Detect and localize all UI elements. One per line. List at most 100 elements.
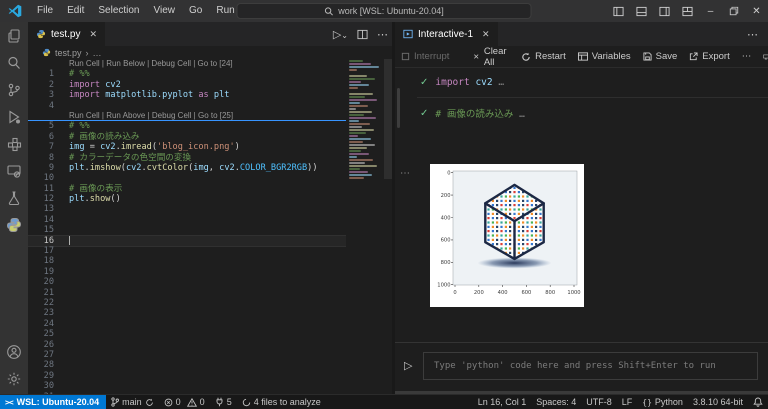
code-line[interactable]: 27 <box>28 350 346 360</box>
git-branch-indicator[interactable]: main <box>106 395 159 409</box>
code-line[interactable]: 2 import cv2 <box>28 80 346 90</box>
cell-code[interactable]: # 画像の読み込み … <box>435 106 524 120</box>
extensions-icon[interactable] <box>0 130 28 157</box>
minimize-button[interactable]: – <box>699 0 722 22</box>
code-line[interactable]: 11 # 画像の表示 <box>28 184 346 194</box>
code-line[interactable]: 30 <box>28 381 346 391</box>
cells-scrollbar-thumb[interactable] <box>397 88 400 128</box>
tab-interactive-1[interactable]: Interactive-1 ✕ <box>395 22 499 46</box>
code-line[interactable]: 16 <box>28 234 347 248</box>
code-line[interactable]: 19 <box>28 267 346 277</box>
code-line[interactable]: 1 # %% <box>28 69 346 79</box>
remote-indicator[interactable]: >< WSL: Ubuntu-20.04 <box>0 394 107 409</box>
code-line[interactable]: 14 <box>28 215 346 225</box>
status-bar: >< WSL: Ubuntu-20.04 main 0 0 5 4 files … <box>0 394 768 409</box>
search-icon[interactable] <box>0 49 28 76</box>
codelens-actions[interactable]: Run Cell | Run Below | Debug Cell | Go t… <box>28 59 346 69</box>
code-line[interactable]: 22 <box>28 298 346 308</box>
toggle-secondary-sidebar-icon[interactable] <box>653 0 676 22</box>
python-interpreter[interactable]: 3.8.10 64-bit <box>688 395 748 409</box>
menu-file[interactable]: File <box>30 0 60 22</box>
editor-scrollbar-thumb[interactable] <box>384 59 392 179</box>
source-control-icon[interactable] <box>0 76 28 103</box>
code-line[interactable]: 26 <box>28 340 346 350</box>
code-line[interactable]: 17 <box>28 246 346 256</box>
customize-layout-icon[interactable] <box>676 0 699 22</box>
interrupt-button[interactable]: Interrupt <box>401 51 449 62</box>
code-line[interactable]: 10 <box>28 173 346 183</box>
language-mode[interactable]: {} Python <box>637 395 688 409</box>
kernel-picker[interactable]: Python 3.8.10 <box>763 46 768 68</box>
problems-indicator[interactable]: 0 0 <box>159 395 210 409</box>
menu-edit[interactable]: Edit <box>60 0 91 22</box>
indentation[interactable]: Spaces: 4 <box>531 395 581 409</box>
code-line[interactable]: 15 <box>28 225 346 235</box>
menu-view[interactable]: View <box>147 0 183 22</box>
code-line[interactable]: 12 plt.show() <box>28 194 346 204</box>
run-python-file-button[interactable]: ▷⌄ <box>333 28 348 41</box>
breadcrumb-file[interactable]: test.py <box>55 48 82 58</box>
code-editor[interactable]: Run Cell | Run Below | Debug Cell | Go t… <box>28 59 392 394</box>
minimap[interactable] <box>346 59 384 254</box>
output-collapse-icon[interactable]: ⋯ <box>400 168 411 179</box>
analysis-indicator[interactable]: 4 files to analyze <box>237 395 326 409</box>
codelens-actions[interactable]: Run Cell | Run Above | Debug Cell | Go t… <box>28 111 350 122</box>
notifications-bell[interactable] <box>748 395 768 409</box>
toggle-sidebar-icon[interactable] <box>607 0 630 22</box>
code-line[interactable]: 5 # %% <box>28 121 346 131</box>
command-center-search[interactable]: work [WSL: Ubuntu-20.04] <box>236 3 532 19</box>
code-line[interactable]: 23 <box>28 308 346 318</box>
split-editor-icon[interactable] <box>357 29 368 40</box>
code-line[interactable]: 4 <box>28 101 346 111</box>
editor-scrollbar[interactable] <box>384 59 392 394</box>
remote-explorer-icon[interactable] <box>0 157 28 184</box>
toolbar-more-icon[interactable]: ⋯ <box>742 51 752 62</box>
close-button[interactable]: ✕ <box>745 0 768 22</box>
variables-button[interactable]: Variables <box>577 51 631 62</box>
restart-button[interactable]: Restart <box>521 51 566 62</box>
save-button[interactable]: Save <box>643 51 677 62</box>
cell-1[interactable]: ✓ import cv2 … <box>395 75 768 89</box>
code-line[interactable]: 25 <box>28 329 346 339</box>
panel-more-actions-icon[interactable]: ⋯ <box>747 22 758 46</box>
encoding[interactable]: UTF-8 <box>581 395 617 409</box>
ports-indicator[interactable]: 5 <box>210 395 237 409</box>
clear-all-button[interactable]: Clear All <box>473 46 509 68</box>
breadcrumb-symbol[interactable]: … <box>93 48 102 58</box>
minimap-code-block <box>349 63 371 65</box>
eol-sequence[interactable]: LF <box>617 395 638 409</box>
breadcrumb[interactable]: test.py › … <box>28 46 392 59</box>
code-line[interactable]: 28 <box>28 360 346 370</box>
python-extension-icon[interactable] <box>0 211 28 238</box>
code-line[interactable]: 13 <box>28 204 346 214</box>
editor-more-actions-icon[interactable]: ⋯ <box>377 28 388 41</box>
code-line[interactable]: 3 import matplotlib.pyplot as plt <box>28 90 346 100</box>
code-line[interactable]: 6 # 画像の読み込み <box>28 132 346 142</box>
export-button[interactable]: Export <box>689 51 730 62</box>
code-line[interactable]: 9 plt.imshow(cv2.cvtColor(img, cv2.COLOR_… <box>28 163 346 173</box>
cell-code[interactable]: import cv2 … <box>435 77 504 88</box>
testing-icon[interactable] <box>0 184 28 211</box>
tab-close-icon[interactable]: ✕ <box>482 29 490 40</box>
toggle-panel-icon[interactable] <box>630 0 653 22</box>
menu-selection[interactable]: Selection <box>91 0 146 22</box>
code-line[interactable]: 24 <box>28 319 346 329</box>
cell-2[interactable]: ✓ # 画像の読み込み … <box>395 106 768 121</box>
code-line[interactable]: 20 <box>28 277 346 287</box>
explorer-icon[interactable] <box>0 22 28 49</box>
tab-test-py[interactable]: test.py ✕ <box>28 22 107 46</box>
run-input-icon[interactable]: ▷ <box>404 359 412 372</box>
cursor-position[interactable]: Ln 16, Col 1 <box>473 395 532 409</box>
run-and-debug-icon[interactable] <box>0 103 28 130</box>
menu-go[interactable]: Go <box>182 0 209 22</box>
code-line[interactable]: 7 img = cv2.imread('blog_icon.png') <box>28 142 346 152</box>
code-line[interactable]: 21 <box>28 288 346 298</box>
code-line[interactable]: 18 <box>28 256 346 266</box>
code-line[interactable]: 8 # カラーデータの色空間の変換 <box>28 153 346 163</box>
interactive-code-input[interactable]: Type 'python' code here and press Shift+… <box>423 352 758 380</box>
code-line[interactable]: 29 <box>28 371 346 381</box>
settings-gear-icon[interactable] <box>0 365 28 392</box>
accounts-icon[interactable] <box>0 338 28 365</box>
tab-close-icon[interactable]: ✕ <box>89 29 97 40</box>
restore-button[interactable] <box>722 0 745 22</box>
